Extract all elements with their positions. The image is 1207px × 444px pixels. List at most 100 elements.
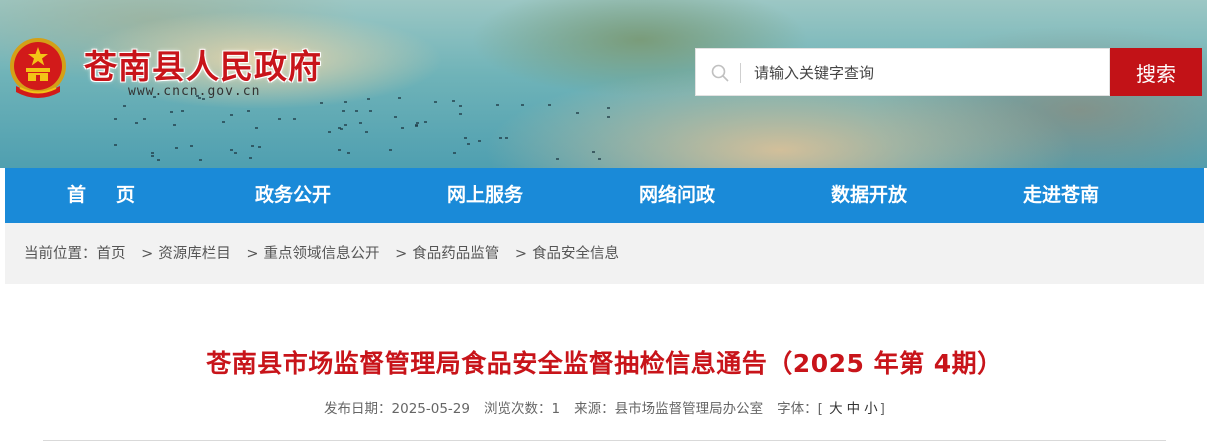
nav-item-online-inquiry[interactable]: 网络问政 (581, 168, 773, 223)
breadcrumb-separator: > (514, 246, 528, 262)
banner-boat (365, 131, 369, 134)
banner-boat (250, 144, 254, 147)
banner-boat (234, 152, 238, 155)
nav-item-online-services[interactable]: 网上服务 (389, 168, 581, 223)
breadcrumb-separator: > (395, 246, 408, 262)
banner-boat (229, 148, 233, 151)
banner-boat (170, 110, 174, 113)
breadcrumb-link-home[interactable]: 首页 (97, 246, 126, 262)
banner-boat (247, 110, 251, 113)
source-label: 来源： (574, 401, 615, 417)
search-icon (711, 64, 729, 82)
breadcrumb-link-key-areas[interactable]: 重点领域信息公开 (264, 246, 380, 262)
banner-boat (189, 145, 193, 148)
breadcrumb-link-resource-library[interactable]: 资源库栏目 (158, 246, 231, 262)
view-count: 1 (551, 401, 561, 417)
banner-boat (576, 112, 580, 115)
banner-boat (255, 126, 259, 129)
banner-boat (389, 148, 393, 151)
banner-boat (150, 152, 154, 155)
banner-boat (151, 155, 155, 158)
publish-date-label: 发布日期： (324, 401, 392, 417)
banner-boat (134, 121, 138, 124)
banner-boat (369, 110, 373, 113)
banner-boat (172, 123, 176, 126)
banner-boat (548, 104, 552, 107)
banner-boat (248, 157, 252, 160)
main-nav: 首页 政务公开 网上服务 网络问政 数据开放 走进苍南 (5, 168, 1204, 223)
publish-date: 2025-05-29 (391, 401, 470, 417)
font-size-medium-button[interactable]: 中 (845, 401, 863, 417)
banner-boat (394, 116, 398, 119)
article-title: 苍南县市场监督管理局食品安全监督抽检信息通告（2025 年第 4期） (206, 349, 1003, 378)
banner-boat (606, 116, 610, 119)
banner-boat (504, 137, 508, 140)
nav-item-home[interactable]: 首页 (5, 168, 197, 223)
content-divider (43, 440, 1166, 441)
banner-boat (459, 105, 463, 108)
banner-boat (344, 100, 348, 103)
banner-boat (221, 120, 225, 123)
banner-boat (453, 151, 457, 154)
banner-boat (143, 118, 147, 121)
breadcrumb-prefix: 当前位置： (24, 246, 97, 262)
banner-boat (401, 126, 405, 129)
site-url: www.cncn.gov.cn (128, 84, 261, 99)
banner-boat (319, 102, 323, 105)
search-input[interactable] (754, 59, 1094, 87)
banner-boat (466, 142, 470, 145)
article-meta: 发布日期：2025-05-29 浏览次数：1 来源：县市场监督管理局办公室 字体：[ … (5, 397, 1204, 417)
banner-boat (344, 123, 348, 126)
banner-boat (338, 149, 342, 152)
national-emblem-icon (10, 38, 66, 98)
nav-item-government-affairs[interactable]: 政务公开 (197, 168, 389, 223)
breadcrumb-separator: > (246, 246, 259, 262)
banner-boat (156, 159, 160, 162)
breadcrumb: 当前位置：首页 > 资源库栏目 > 重点领域信息公开 > 食品药品监管 > 食品安全信息 (5, 223, 1204, 284)
banner-boat (354, 110, 358, 113)
banner-boat (328, 130, 331, 133)
banner-boat (337, 127, 341, 130)
article-content: 苍南县市场监督管理局食品安全监督抽检信息通告（2025 年第 4期） 发布日期：… (5, 284, 1204, 444)
banner-boat (521, 103, 525, 106)
search-divider (740, 63, 741, 83)
font-size-small-button[interactable]: 小 (862, 401, 880, 417)
view-count-label: 浏览次数： (484, 401, 552, 417)
banner-boat (591, 150, 595, 153)
banner-boat (292, 117, 296, 120)
font-size-large-button[interactable]: 大 (827, 401, 845, 417)
banner-boat (423, 121, 427, 124)
breadcrumb-link-food-safety[interactable]: 食品安全信息 (532, 246, 619, 262)
site-title[interactable]: 苍南县人民政府 (84, 40, 322, 88)
banner-boat (180, 109, 184, 112)
banner-boat (496, 103, 500, 106)
banner-boat (477, 140, 481, 143)
font-bracket-close: ] (879, 401, 885, 417)
font-size-label: 字体： (777, 401, 818, 417)
search-button[interactable]: 搜索 (1110, 48, 1202, 96)
banner-boat (340, 127, 344, 130)
breadcrumb-separator: > (141, 246, 154, 262)
banner-boat (598, 158, 602, 161)
banner-boat (498, 136, 502, 139)
banner-boat (347, 151, 351, 154)
nav-item-open-data[interactable]: 数据开放 (773, 168, 965, 223)
banner-boat (114, 144, 118, 147)
header-banner: 苍南县人民政府 www.cncn.gov.cn 搜索 (0, 0, 1207, 168)
source: 县市场监督管理局办公室 (614, 401, 764, 417)
banner-boat (229, 114, 233, 117)
banner-boat (122, 105, 126, 108)
font-bracket-open: [ (817, 401, 823, 417)
breadcrumb-link-food-drug[interactable]: 食品药品监管 (412, 246, 499, 262)
search-box (695, 48, 1110, 96)
banner-boat (464, 137, 468, 140)
banner-boat (415, 125, 419, 128)
banner-boat (358, 121, 362, 124)
banner-boat (278, 118, 282, 121)
banner-boat (398, 96, 402, 99)
banner-boat (606, 107, 610, 110)
banner-boat (556, 157, 560, 160)
nav-item-about-cangnan[interactable]: 走进苍南 (965, 168, 1157, 223)
banner-boat (451, 99, 455, 102)
banner-boat (257, 145, 261, 148)
